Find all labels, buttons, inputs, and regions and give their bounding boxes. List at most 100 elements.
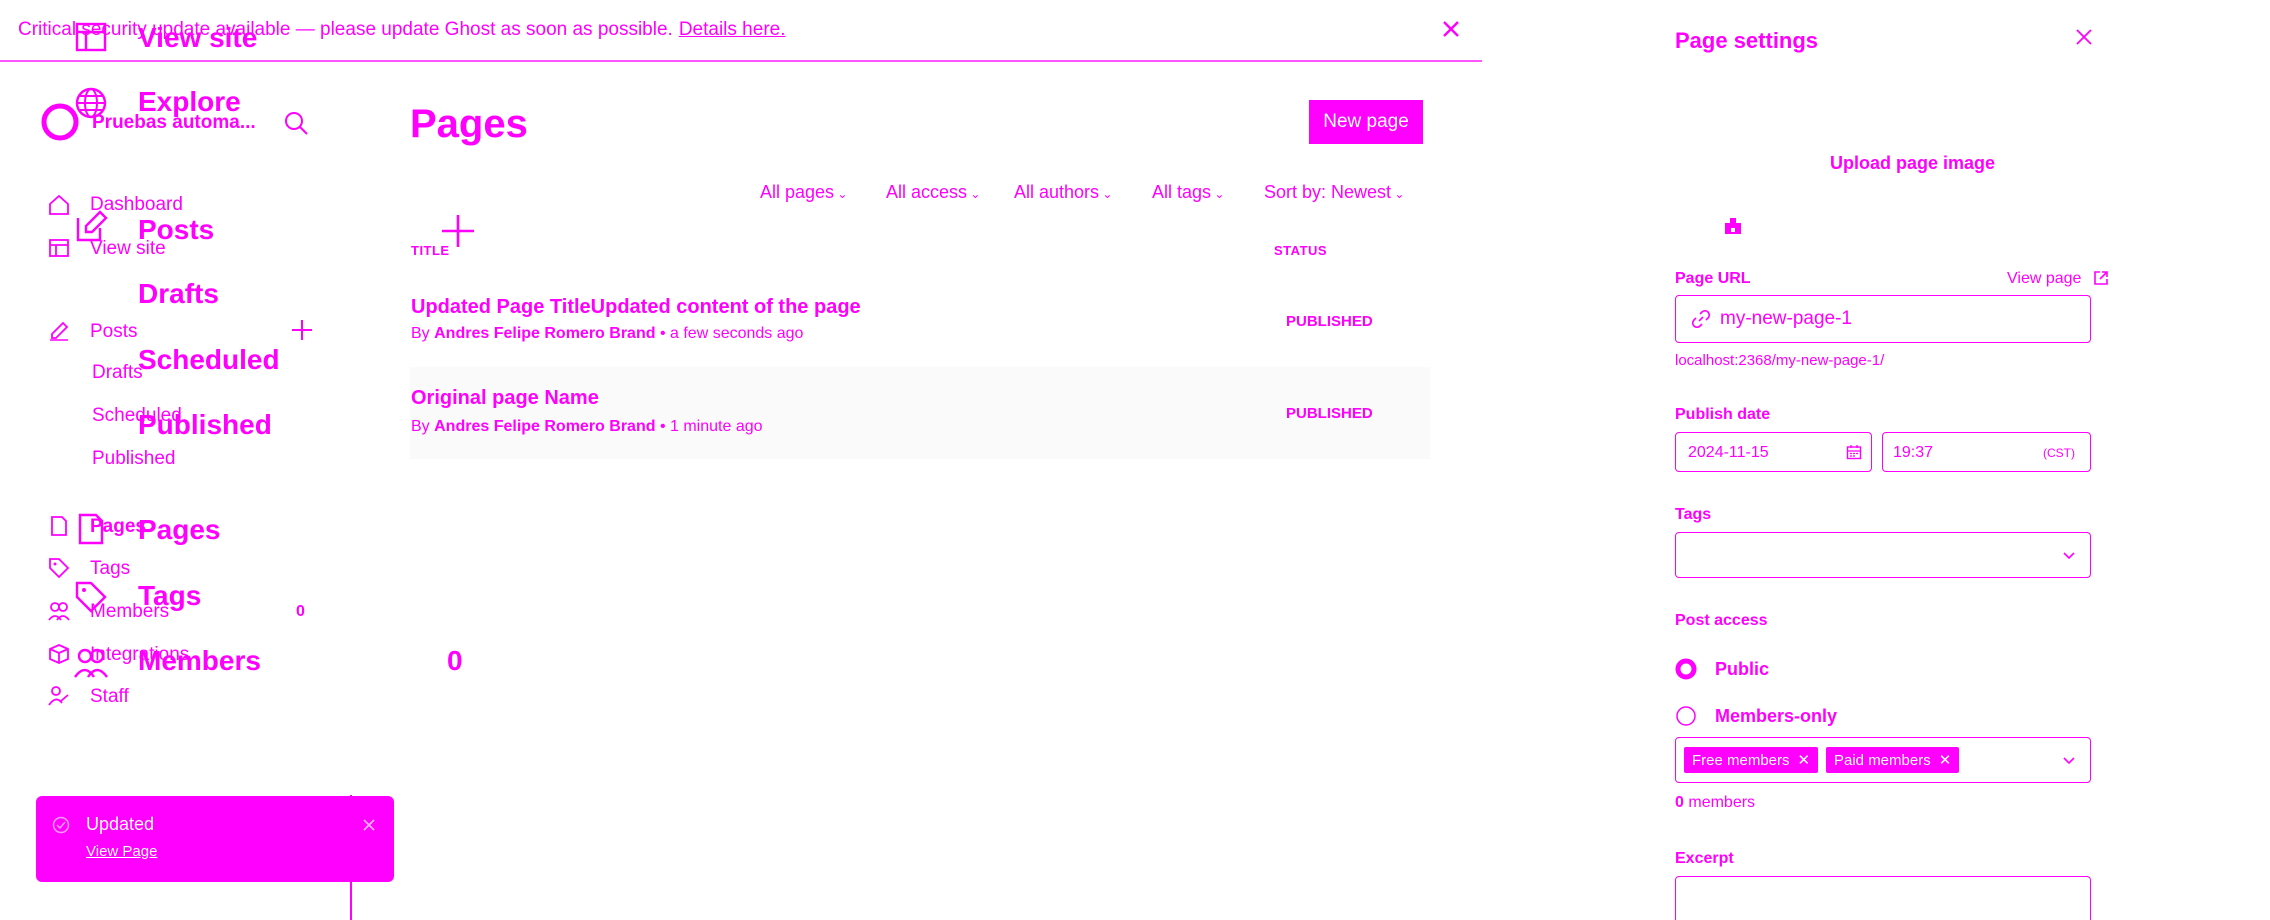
- access-option-members-only[interactable]: Members-only: [1715, 706, 1837, 727]
- status-badge: PUBLISHED: [1286, 313, 1373, 330]
- pages-icon: [74, 512, 108, 546]
- sidebar-item-drafts[interactable]: Drafts: [92, 362, 143, 384]
- radio-public[interactable]: [1675, 658, 1697, 680]
- filter-all-tags[interactable]: All tags: [1152, 182, 1224, 203]
- row-time: • 1 minute ago: [659, 418, 763, 435]
- row-author: Andres Felipe Romero Brand: [434, 325, 656, 342]
- row-title[interactable]: Updated Page TitleUpdated content of the…: [411, 296, 861, 319]
- members-count-number: 0: [1675, 794, 1684, 811]
- upload-image-button[interactable]: Upload page image: [1830, 153, 1995, 174]
- overlay-label-posts: Posts: [138, 214, 215, 245]
- row-by: By: [411, 418, 430, 435]
- overlay-label-scheduled: Scheduled: [138, 344, 280, 375]
- members-count-text: 0 members: [1675, 794, 1755, 812]
- remove-tier-icon[interactable]: ✕: [1939, 751, 1952, 769]
- timezone-label: (CST): [2043, 446, 2075, 460]
- table-row[interactable]: Original page Name By Andres Felipe Rome…: [410, 367, 1430, 459]
- members-icon: [74, 645, 108, 679]
- overlay-label-tags: Tags: [138, 580, 202, 611]
- filter-all-pages[interactable]: All pages: [760, 182, 847, 203]
- overlay-label-pages: Pages: [138, 514, 221, 545]
- page-url-field[interactable]: my-new-page-1: [1675, 295, 2091, 343]
- toast-view-page-link[interactable]: View Page: [86, 843, 157, 860]
- toast-notification: Updated View Page: [36, 796, 394, 882]
- page-title: Pages: [410, 102, 528, 146]
- members-count-suffix: members: [1688, 794, 1756, 811]
- post-access-label: Post access: [1675, 612, 1768, 629]
- date-picker[interactable]: 2024-11-15: [1675, 432, 1872, 472]
- overlay-label-view-site: View site: [138, 22, 258, 53]
- excerpt-label: Excerpt: [1675, 850, 1734, 867]
- pages-icon: [48, 515, 70, 537]
- globe-icon: [74, 86, 108, 120]
- banner-message: Critical security update available — ple…: [18, 19, 786, 41]
- sidebar-item-posts[interactable]: Posts: [90, 321, 138, 343]
- filter-all-authors[interactable]: All authors: [1014, 182, 1112, 203]
- date-value: 2024-11-15: [1688, 444, 1769, 461]
- staff-icon: [48, 685, 70, 707]
- row-author: Andres Felipe Romero Brand: [434, 418, 656, 435]
- external-link-icon: [2093, 270, 2109, 286]
- calendar-icon[interactable]: [1846, 444, 1862, 460]
- overlay-label-published: Published: [138, 409, 272, 440]
- settings-title: Page settings: [1675, 28, 1819, 53]
- page-url-label: Page URL: [1675, 270, 1751, 287]
- column-header-title: TITLE: [411, 243, 450, 258]
- time-value: 19:37: [1893, 444, 1934, 461]
- link-icon: [1692, 310, 1710, 328]
- overlay-label-drafts: Drafts: [138, 278, 219, 309]
- access-option-public[interactable]: Public: [1715, 659, 1769, 680]
- sidebar-item-staff[interactable]: Staff: [90, 686, 129, 708]
- status-badge: PUBLISHED: [1286, 405, 1373, 422]
- tier-paid-label: Paid members: [1834, 751, 1931, 769]
- excerpt-textarea[interactable]: [1675, 876, 2091, 920]
- toast-message: Updated: [86, 814, 155, 834]
- integrations-icon: [48, 643, 70, 665]
- tier-chip-free: Free members ✕: [1684, 747, 1819, 773]
- tags-icon: [48, 557, 70, 579]
- view-site-icon: [74, 20, 108, 54]
- filter-all-access[interactable]: All access: [886, 182, 980, 203]
- sort-dropdown[interactable]: Sort by: Newest: [1264, 182, 1404, 203]
- view-page-link[interactable]: View page: [2007, 270, 2081, 288]
- chevron-down-icon: [2062, 754, 2076, 768]
- search-icon[interactable]: [283, 110, 309, 136]
- tier-chip-paid: Paid members ✕: [1826, 747, 1960, 773]
- dashboard-icon: [48, 194, 70, 216]
- sidebar-item-published[interactable]: Published: [92, 448, 175, 470]
- tier-free-label: Free members: [1692, 751, 1790, 769]
- toast-close-icon[interactable]: [362, 818, 376, 832]
- table-row[interactable]: Updated Page TitleUpdated content of the…: [410, 280, 1430, 364]
- time-field[interactable]: 19:37 (CST): [1882, 432, 2091, 472]
- settings-close-icon[interactable]: [2075, 28, 2093, 46]
- tags-label: Tags: [1675, 506, 1712, 523]
- banner-details-link[interactable]: Details here.: [679, 19, 786, 40]
- overlay-label-explore: Explore: [138, 86, 241, 117]
- publish-date-label: Publish date: [1675, 406, 1771, 423]
- image-icon: [1722, 214, 1744, 236]
- tiers-select[interactable]: Free members ✕ Paid members ✕: [1675, 737, 2091, 783]
- row-by: By: [411, 325, 430, 342]
- overlay-members-count: 0: [447, 645, 463, 676]
- column-header-status: STATUS: [1274, 243, 1328, 258]
- add-post-icon[interactable]: [290, 318, 314, 342]
- remove-tier-icon[interactable]: ✕: [1798, 751, 1811, 769]
- row-meta: By Andres Felipe Romero Brand • a few se…: [411, 325, 803, 343]
- view-page-text: View page: [2007, 270, 2082, 287]
- row-time: • a few seconds ago: [659, 325, 804, 342]
- members-count: 0: [296, 603, 305, 620]
- radio-members-only[interactable]: [1675, 705, 1697, 727]
- new-page-button[interactable]: New page: [1309, 100, 1423, 144]
- tags-select[interactable]: [1675, 532, 2091, 578]
- posts-icon: [48, 320, 70, 342]
- check-circle-icon: [52, 816, 70, 834]
- sidebar-item-tags[interactable]: Tags: [90, 558, 130, 580]
- page-url-value[interactable]: my-new-page-1: [1720, 308, 1852, 330]
- members-icon: [48, 600, 70, 622]
- row-meta: By Andres Felipe Romero Brand • 1 minute…: [411, 418, 763, 436]
- overlay-label-members: Members: [138, 645, 261, 676]
- tags-icon: [74, 580, 108, 614]
- banner-close-icon[interactable]: [1440, 18, 1462, 40]
- row-title[interactable]: Original page Name: [411, 387, 599, 410]
- posts-icon: [74, 210, 108, 244]
